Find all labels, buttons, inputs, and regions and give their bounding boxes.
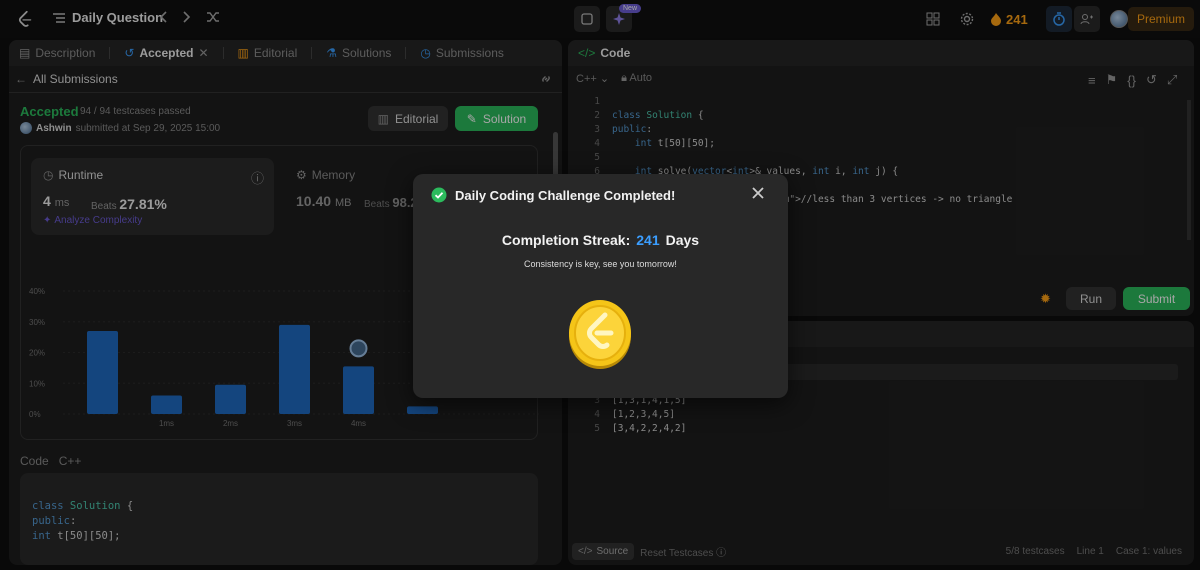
- check-circle-icon: [431, 187, 447, 203]
- streak-days-value: 241: [636, 232, 660, 248]
- streak-unit: Days: [665, 232, 700, 248]
- daily-challenge-modal: Daily Coding Challenge Completed! Comple…: [413, 174, 788, 398]
- completion-streak: Completion Streak: 241 Days: [413, 232, 788, 248]
- close-icon[interactable]: [751, 186, 765, 200]
- modal-subtitle: Consistency is key, see you tomorrow!: [524, 259, 677, 269]
- modal-title: Daily Coding Challenge Completed!: [455, 187, 676, 203]
- gold-coin-icon: [569, 300, 631, 369]
- streak-label: Completion Streak:: [501, 232, 631, 248]
